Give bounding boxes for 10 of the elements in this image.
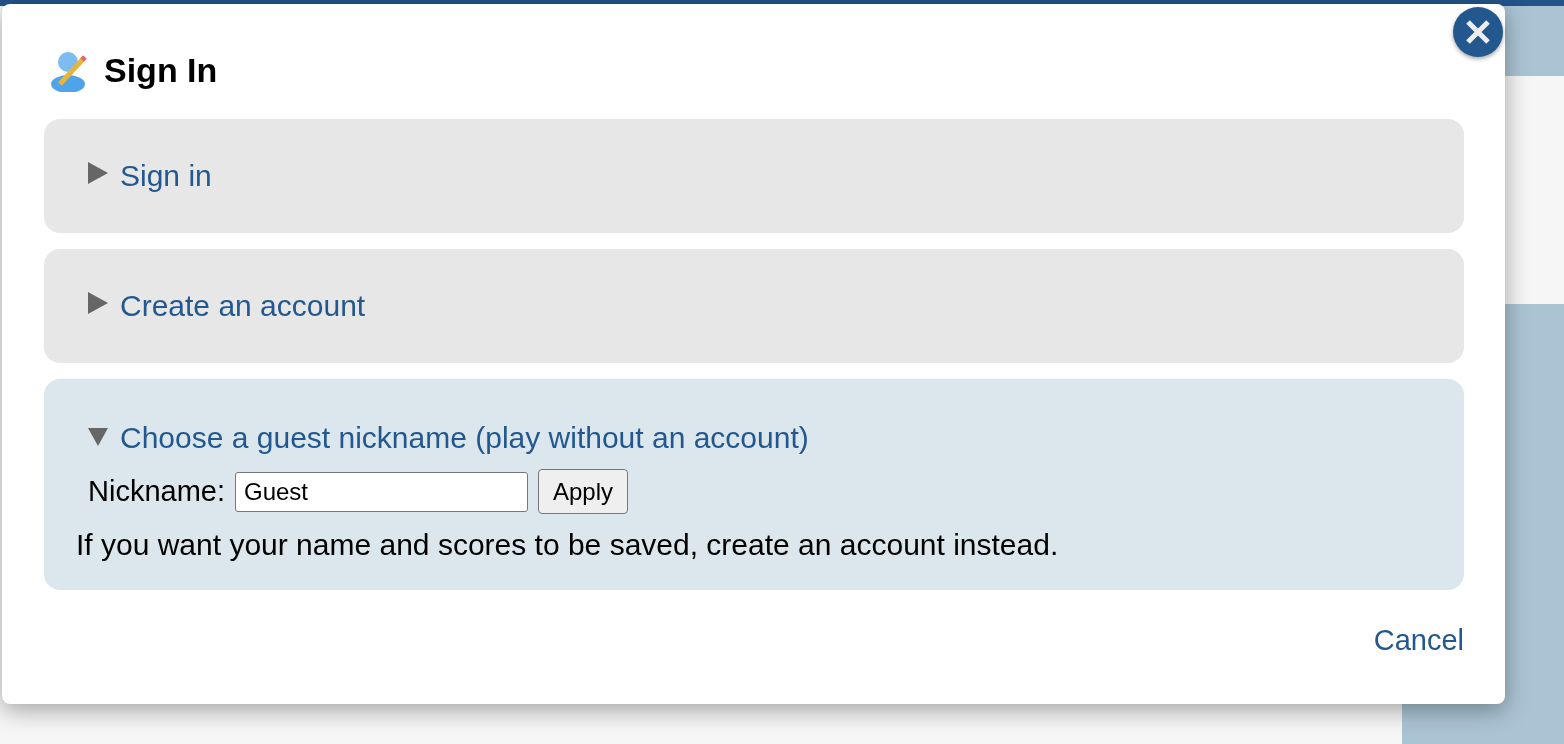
field-label: Nickname: [88, 475, 225, 508]
section-header-link[interactable]: Sign in [120, 159, 212, 193]
section-header-link[interactable]: Create an account [120, 289, 366, 323]
nickname-field[interactable]: Guest [235, 471, 528, 512]
dialog-title: Sign In [104, 50, 218, 90]
section-header-link[interactable]: Choose a guest nickname (play without an account) [120, 421, 809, 455]
cancel-link[interactable]: Cancel [1373, 624, 1464, 657]
close-icon [1465, 19, 1491, 45]
info-text: If you want your name and scores to be saved, create an account instead. [76, 528, 1060, 562]
apply-button[interactable]: Apply [538, 469, 629, 514]
